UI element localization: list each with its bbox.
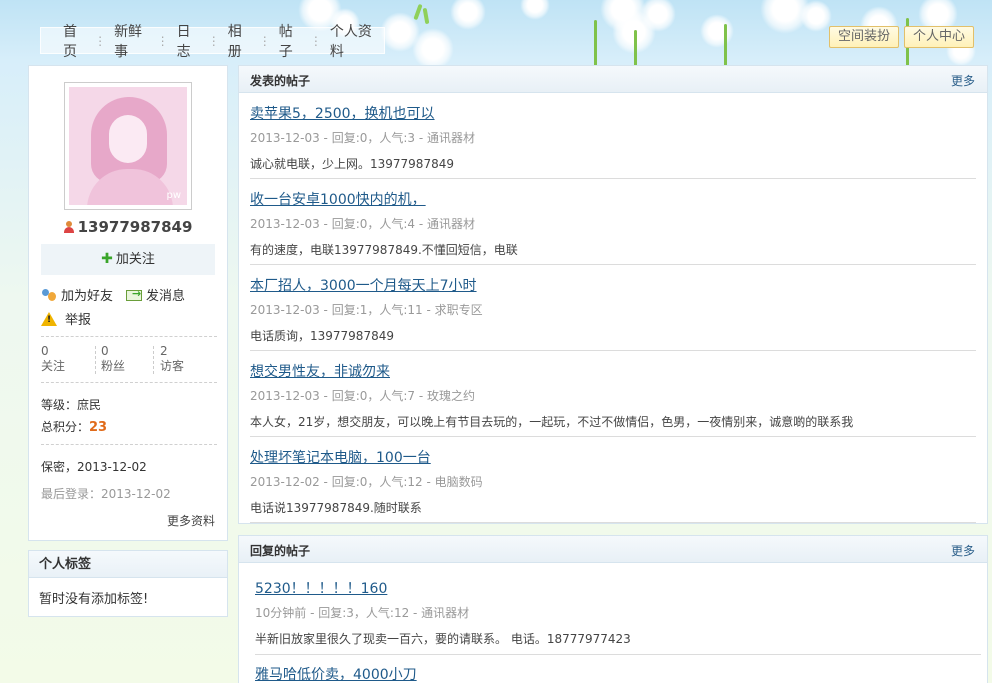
space-decorate-button[interactable]: 空间装扮 — [829, 26, 899, 48]
level-label: 等级： — [41, 398, 78, 412]
post-excerpt: 半新旧放家里很久了现卖一百六，要的请联系。 电话。18777977423 — [255, 632, 631, 646]
posted-panel: 发表的帖子 更多 卖苹果5，2500，换机也可以 2013-12-03 - 回复… — [238, 65, 988, 524]
tags-card: 个人标签 暂时没有添加标签! — [28, 550, 228, 617]
follow-label: 加关注 — [115, 252, 155, 267]
follow-button[interactable]: ✚ 加关注 — [41, 244, 215, 275]
profile-card: pw 13977987849 ✚加关注 加为好友 发消息 举报 0 关注 0 粉… — [28, 65, 228, 541]
user-icon — [63, 221, 74, 233]
post-title-link[interactable]: 处理坏笔记本电脑，100一台 — [250, 447, 976, 467]
report-button[interactable]: 举报 — [41, 309, 91, 328]
divider — [250, 350, 976, 351]
replied-panel: 回复的帖子 更多 5230！！！！！160 10分钟前 - 回复:3，人气:12… — [238, 535, 988, 683]
nav-profile[interactable]: 个人资料 — [322, 21, 384, 61]
report-label: 举报 — [65, 313, 92, 328]
stat-following[interactable]: 0 关注 — [41, 344, 65, 374]
score-label: 总积分： — [41, 420, 90, 434]
privacy-line: 保密，2013-12-02 — [41, 460, 147, 474]
posted-title: 发表的帖子 — [250, 74, 311, 88]
post-meta: 10分钟前 - 回复:3，人气:12 - 通讯器材 — [255, 606, 470, 620]
last-login-label: 最后登录： — [41, 487, 102, 501]
nav-posts[interactable]: 帖子 — [271, 21, 310, 61]
nav-blog[interactable]: 日志 — [169, 21, 208, 61]
list-item: 想交男性友，非诚勿来 2013-12-03 - 回复:0，人气:7 - 玫瑰之约… — [250, 361, 976, 430]
nav-separator: ⋮ — [309, 33, 322, 48]
add-friend-icon — [41, 288, 57, 302]
send-message-label: 发消息 — [146, 289, 186, 304]
divider — [255, 654, 981, 655]
post-title-link[interactable]: 想交男性友，非诚勿来 — [250, 361, 976, 381]
replied-title: 回复的帖子 — [250, 544, 311, 558]
level-line: 等级：庶民 — [41, 396, 101, 413]
nav-news[interactable]: 新鲜事 — [106, 21, 157, 61]
post-title-link[interactable]: 卖苹果5，2500，换机也可以 — [250, 103, 976, 123]
list-item: 处理坏笔记本电脑，100一台 2013-12-02 - 回复:0，人气:12 -… — [250, 447, 976, 516]
nav-separator: ⋮ — [207, 33, 220, 48]
tags-title: 个人标签 — [29, 551, 227, 578]
stat-visitors-label: 访客 — [160, 359, 185, 373]
avatar[interactable]: pw — [64, 82, 192, 210]
add-friend-label: 加为好友 — [61, 289, 114, 304]
tags-empty-text: 暂时没有添加标签! — [39, 592, 149, 607]
nav-separator: ⋮ — [94, 33, 107, 48]
more-info-link[interactable]: 更多资料 — [167, 512, 215, 529]
list-item: 收一台安卓1000快内的机， 2013-12-03 - 回复:0，人气:4 - … — [250, 189, 976, 258]
list-item: 卖苹果5，2500，换机也可以 2013-12-03 - 回复:0，人气:3 -… — [250, 103, 976, 172]
replied-more-link[interactable]: 更多 — [951, 542, 975, 559]
last-login-line: 最后登录：2013-12-02 — [41, 485, 171, 502]
posted-more-link[interactable]: 更多 — [951, 72, 975, 89]
score-line: 总积分：23 — [41, 418, 107, 435]
list-item: 本厂招人，3000一个月每天上7小时 2013-12-03 - 回复:1，人气:… — [250, 275, 976, 344]
stat-visitors[interactable]: 2 访客 — [160, 344, 184, 374]
divider — [250, 522, 976, 523]
username: 13977987849 — [29, 218, 227, 236]
post-meta: 2013-12-03 - 回复:0，人气:4 - 通讯器材 — [250, 217, 476, 231]
post-excerpt: 有的速度，电联13977987849.不懂回短信，电联 — [250, 243, 518, 257]
post-excerpt: 电话质询，13977987849 — [250, 329, 394, 343]
post-excerpt: 电话说13977987849.随时联系 — [250, 501, 422, 515]
post-title-link[interactable]: 收一台安卓1000快内的机， — [250, 189, 976, 209]
nav-separator: ⋮ — [156, 33, 169, 48]
message-icon — [126, 287, 142, 301]
list-item: 雅马哈低价卖，4000小刀 — [255, 664, 981, 683]
username-text: 13977987849 — [77, 218, 193, 236]
avatar-watermark: pw — [166, 190, 181, 201]
plus-icon: ✚ — [101, 251, 113, 267]
stat-following-label: 关注 — [41, 359, 66, 373]
stat-visitors-value: 2 — [160, 344, 168, 358]
post-meta: 2013-12-02 - 回复:0，人气:12 - 电脑数码 — [250, 475, 483, 489]
last-login-value: 2013-12-02 — [101, 487, 171, 501]
add-friend-button[interactable]: 加为好友 — [41, 285, 113, 304]
nav-home[interactable]: 首页 — [61, 21, 94, 61]
divider — [250, 178, 976, 179]
post-title-link[interactable]: 5230！！！！！160 — [255, 578, 981, 598]
score-value: 23 — [89, 420, 108, 435]
personal-center-button[interactable]: 个人中心 — [904, 26, 974, 48]
list-item: 5230！！！！！160 10分钟前 - 回复:3，人气:12 - 通讯器材 半… — [255, 578, 981, 647]
post-meta: 2013-12-03 - 回复:0，人气:7 - 玫瑰之约 — [250, 389, 476, 403]
nav-album[interactable]: 相册 — [220, 21, 259, 61]
post-excerpt: 本人女，21岁，想交朋友，可以晚上有节目去玩的，一起玩，不过不做情侣，色男，一夜… — [250, 415, 854, 429]
nav-separator: ⋮ — [258, 33, 271, 48]
divider — [41, 336, 217, 337]
post-excerpt: 诚心就电联，少上网。13977987849 — [250, 157, 454, 171]
stat-fans-value: 0 — [101, 344, 109, 358]
send-message-button[interactable]: 发消息 — [126, 285, 185, 304]
divider — [41, 382, 217, 383]
top-navigation: 首页 ⋮ 新鲜事 ⋮ 日志 ⋮ 相册 ⋮ 帖子 ⋮ 个人资料 — [40, 24, 385, 60]
divider — [250, 436, 976, 437]
divider — [41, 444, 217, 445]
stat-following-value: 0 — [41, 344, 49, 358]
stat-fans[interactable]: 0 粉丝 — [101, 344, 125, 374]
post-meta: 2013-12-03 - 回复:1，人气:11 - 求职专区 — [250, 303, 483, 317]
post-title-link[interactable]: 本厂招人，3000一个月每天上7小时 — [250, 275, 976, 295]
warning-icon — [41, 311, 57, 326]
divider — [250, 264, 976, 265]
post-meta: 2013-12-03 - 回复:0，人气:3 - 通讯器材 — [250, 131, 476, 145]
post-title-link[interactable]: 雅马哈低价卖，4000小刀 — [255, 664, 981, 683]
stat-fans-label: 粉丝 — [101, 359, 126, 373]
level-value: 庶民 — [77, 398, 102, 412]
